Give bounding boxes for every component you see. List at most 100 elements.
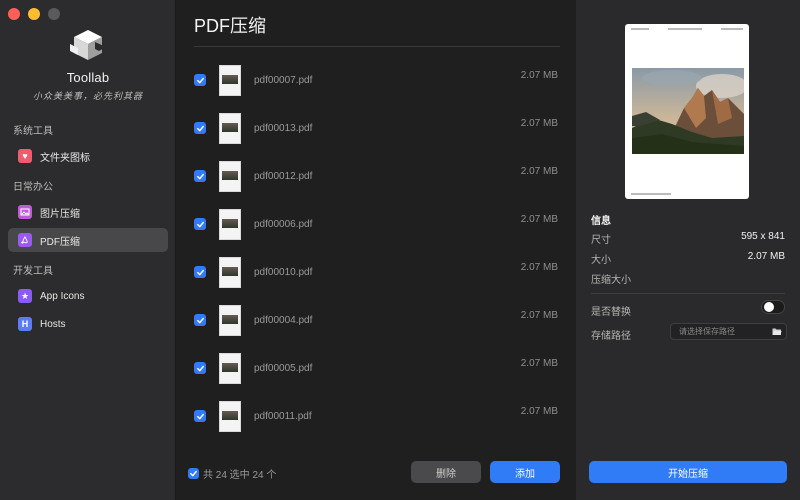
file-name: pdf00011.pdf [254, 410, 312, 422]
pdf-thumbnail [220, 65, 240, 95]
pdf-thumbnail [220, 353, 240, 383]
file-checkbox[interactable] [194, 410, 206, 422]
file-checkbox[interactable] [194, 314, 206, 326]
file-size: 2.07 MB [520, 358, 558, 369]
file-name: pdf00006.pdf [254, 218, 313, 230]
file-row[interactable]: pdf00010.pdf 2.07 MB [176, 248, 576, 296]
file-row[interactable]: pdf00007.pdf 2.07 MB [176, 56, 576, 104]
checkbox-checked-icon [196, 125, 204, 131]
app-icons-icon: ★ [18, 289, 32, 303]
path-label: 存储路径 [591, 331, 631, 342]
checkbox-checked-icon [196, 77, 204, 83]
sidebar: Toollab 小众美美事，必先利其器 系统工具 ♥ 文件夹图标 日常办公 图片… [0, 0, 176, 500]
sidebar-item-app-icons[interactable]: ★ App Icons [8, 284, 168, 308]
toollab-logo-icon [70, 30, 106, 60]
delete-button[interactable]: 删除 [411, 461, 481, 483]
checkbox-checked-icon [196, 173, 204, 179]
sidebar-item-image-compress[interactable]: 图片压缩 [8, 200, 168, 224]
add-button[interactable]: 添加 [490, 461, 560, 483]
close-window-button[interactable] [8, 8, 20, 20]
nav-section-office: 日常办公 图片压缩 PDF压缩 [0, 180, 176, 252]
details-panel: 信息 尺寸 595 x 841 大小 2.07 MB 压缩大小 是否替换 存储路… [576, 0, 800, 500]
sidebar-item-label: App Icons [40, 290, 85, 302]
details-divider [591, 293, 785, 294]
file-size: 2.07 MB [520, 118, 558, 129]
sidebar-item-pdf-compress[interactable]: PDF压缩 [8, 228, 168, 252]
sidebar-item-label: 文件夹图标 [40, 152, 90, 164]
pdf-preview [625, 24, 749, 199]
pdf-thumbnail [220, 305, 240, 335]
file-row[interactable]: pdf00011.pdf 2.07 MB [176, 392, 576, 440]
file-size: 2.07 MB [520, 406, 558, 417]
brand: Toollab 小众美美事，必先利其器 [0, 28, 176, 102]
file-row[interactable]: pdf00006.pdf 2.07 MB [176, 200, 576, 248]
nav-section-system: 系统工具 ♥ 文件夹图标 [0, 124, 176, 168]
selection-count-label: 共 24 选中 24 个 [203, 470, 277, 481]
pdf-thumbnail [220, 209, 240, 239]
nav-section-title: 系统工具 [13, 126, 53, 137]
dimensions-label: 尺寸 [591, 235, 611, 246]
minimize-window-button[interactable] [28, 8, 40, 20]
file-checkbox[interactable] [194, 122, 206, 134]
hosts-icon: H [18, 317, 32, 331]
file-row[interactable]: pdf00013.pdf 2.07 MB [176, 104, 576, 152]
image-icon [18, 205, 32, 219]
checkbox-checked-icon [196, 317, 204, 323]
checkbox-checked-icon [196, 269, 204, 275]
folder-open-icon[interactable] [772, 327, 782, 336]
file-checkbox[interactable] [194, 170, 206, 182]
file-checkbox[interactable] [194, 74, 206, 86]
info-dimensions-row: 尺寸 595 x 841 [591, 231, 785, 246]
replace-row: 是否替换 [591, 303, 785, 318]
title-divider [194, 46, 560, 47]
brand-tagline: 小众美美事，必先利其器 [32, 92, 143, 102]
sidebar-item-label: Hosts [40, 318, 66, 330]
nav-section-title: 开发工具 [13, 266, 53, 277]
pdf-thumbnail [220, 257, 240, 287]
checkbox-checked-icon [188, 468, 199, 479]
sidebar-item-folder-icon[interactable]: ♥ 文件夹图标 [8, 144, 168, 168]
maximize-window-button[interactable] [48, 8, 60, 20]
file-size: 2.07 MB [520, 310, 558, 321]
checkbox-checked-icon [196, 365, 204, 371]
file-name: pdf00012.pdf [254, 170, 313, 182]
preview-footer-line [631, 193, 671, 195]
pdf-thumbnail [220, 113, 240, 143]
info-compressed-row: 压缩大小 [591, 271, 785, 286]
pdf-icon [18, 233, 32, 247]
nav-section-title: 日常办公 [13, 182, 53, 193]
replace-toggle[interactable] [761, 300, 785, 314]
sidebar-item-hosts[interactable]: H Hosts [8, 312, 168, 336]
sidebar-item-label: 图片压缩 [40, 208, 80, 220]
file-size: 2.07 MB [520, 214, 558, 225]
pdf-thumbnail [220, 161, 240, 191]
sidebar-item-label: PDF压缩 [40, 236, 80, 248]
file-checkbox[interactable] [194, 218, 206, 230]
file-row[interactable]: pdf00012.pdf 2.07 MB [176, 152, 576, 200]
traffic-lights [8, 8, 60, 20]
save-path-input[interactable] [679, 327, 767, 336]
file-row[interactable]: pdf00005.pdf 2.07 MB [176, 344, 576, 392]
preview-header-lines [631, 28, 743, 30]
brand-name: Toollab [66, 70, 110, 85]
file-list-panel: PDF压缩 pdf00007.pdf 2.07 MB pdf00013.pdf 2.0… [176, 0, 576, 500]
start-compress-button[interactable]: 开始压缩 [589, 461, 787, 483]
file-name: pdf00013.pdf [254, 122, 313, 134]
checkbox-checked-icon [196, 413, 204, 419]
file-name: pdf00004.pdf [254, 314, 313, 326]
file-size: 2.07 MB [520, 70, 558, 81]
info-size-row: 大小 2.07 MB [591, 251, 785, 266]
file-size: 2.07 MB [520, 166, 558, 177]
file-name: pdf00005.pdf [254, 362, 313, 374]
info-heading: 信息 [591, 216, 611, 227]
size-value: 2.07 MB [747, 251, 785, 262]
preview-photo [632, 68, 744, 154]
file-list: pdf00007.pdf 2.07 MB pdf00013.pdf 2.07 MB pd… [176, 56, 576, 440]
page-title: PDF压缩 [194, 16, 266, 36]
app-window: Toollab 小众美美事，必先利其器 系统工具 ♥ 文件夹图标 日常办公 图片… [0, 0, 800, 500]
file-checkbox[interactable] [194, 266, 206, 278]
file-checkbox[interactable] [194, 362, 206, 374]
select-all-checkbox[interactable]: 共 24 选中 24 个 [188, 466, 276, 481]
save-path-field[interactable] [670, 323, 787, 340]
file-row[interactable]: pdf00004.pdf 2.07 MB [176, 296, 576, 344]
